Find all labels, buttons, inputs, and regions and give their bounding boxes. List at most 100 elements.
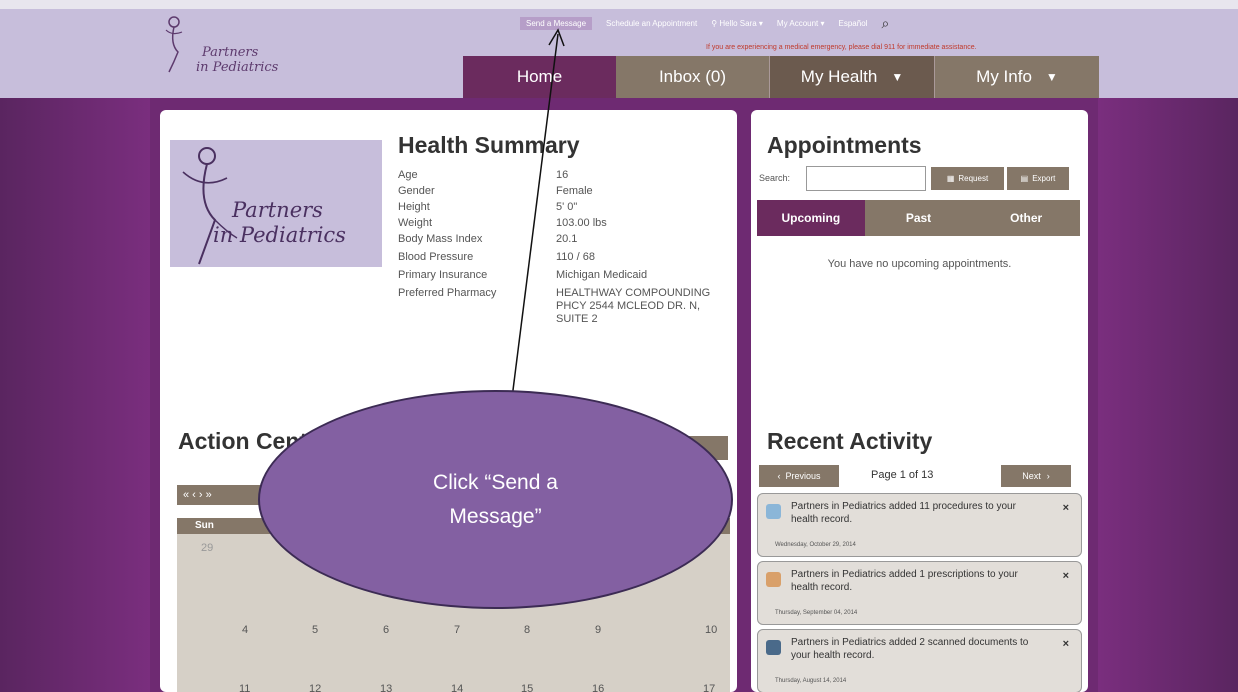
calendar-day[interactable]: 15: [521, 683, 533, 692]
calendar-day[interactable]: 29: [201, 542, 213, 554]
espanol-link[interactable]: Español: [839, 19, 868, 28]
callout-line-1: Click “Send a: [433, 470, 558, 494]
summary-value: 16: [556, 169, 569, 181]
summary-key: Height: [398, 201, 430, 213]
summary-value: Female: [556, 185, 593, 197]
tab-other[interactable]: Other: [972, 200, 1080, 236]
browser-strip: [0, 0, 1238, 9]
day-header: Sun: [195, 520, 214, 531]
summary-key: Body Mass Index: [398, 233, 483, 245]
summary-value: 5' 0": [556, 201, 578, 213]
activity-date: Wednesday, October 29, 2014: [775, 542, 856, 548]
close-icon[interactable]: ×: [1063, 570, 1069, 582]
summary-value: Michigan Medicaid: [556, 269, 648, 281]
calendar-day[interactable]: 5: [312, 624, 318, 636]
tab-inbox[interactable]: Inbox (0): [616, 56, 769, 98]
summary-key: Weight: [398, 217, 433, 229]
document-icon: [766, 640, 781, 655]
main-nav: Home Inbox (0) My Health ▼ My Info ▼: [463, 56, 1099, 98]
user-menu-label: Hello Sara ▾: [719, 19, 763, 28]
schedule-appointment-link[interactable]: Schedule an Appointment: [606, 19, 697, 28]
calendar-day[interactable]: 17: [703, 683, 715, 692]
summary-key: Gender: [398, 185, 435, 197]
my-account-menu[interactable]: My Account ▾: [777, 19, 825, 28]
activity-text: Partners in Pediatrics added 1 prescript…: [791, 569, 1018, 593]
request-label: Request: [958, 174, 989, 183]
send-message-link[interactable]: Send a Message: [520, 17, 593, 30]
summary-key: Age: [398, 169, 418, 181]
top-links: Send a Message Schedule an Appointment ⚲…: [520, 15, 889, 32]
summary-value: HEALTHWAY COMPOUNDING PHCY 2544 MCLEOD D…: [556, 287, 711, 325]
tab-my-info-label: My Info: [976, 67, 1032, 86]
summary-key: Primary Insurance: [398, 269, 488, 281]
chevron-right-icon: ›: [1046, 471, 1050, 481]
tab-past[interactable]: Past: [865, 200, 973, 236]
header-logo-text-2: in Pediatrics: [196, 60, 279, 75]
user-menu[interactable]: ⚲ Hello Sara ▾: [711, 19, 763, 28]
calendar-icon: ▦: [946, 174, 955, 183]
header-logo[interactable]: Partners in Pediatrics: [160, 12, 290, 82]
tab-my-health-label: My Health: [800, 67, 878, 86]
no-appointments-message: You have no upcoming appointments.: [827, 258, 1012, 270]
export-label: Export: [1032, 174, 1056, 183]
tab-home[interactable]: Home: [463, 56, 616, 98]
summary-key: Blood Pressure: [398, 251, 474, 263]
summary-key: Preferred Pharmacy: [398, 287, 497, 299]
health-summary-title: Health Summary: [398, 132, 580, 158]
previous-label: Previous: [785, 471, 821, 481]
tab-my-health[interactable]: My Health ▼: [769, 56, 934, 98]
activity-item[interactable]: Partners in Pediatrics added 2 scanned d…: [757, 629, 1082, 692]
calendar-day[interactable]: 4: [242, 624, 248, 636]
previous-button[interactable]: ‹ Previous: [759, 465, 839, 487]
export-button[interactable]: ▤ Export: [1007, 167, 1069, 190]
side-panel: Appointments Search: ▦ Request ▤ Export Up…: [751, 110, 1088, 692]
calendar-day[interactable]: 6: [383, 624, 389, 636]
appointments-title: Appointments: [767, 132, 922, 158]
background-left: [0, 98, 150, 692]
header-logo-text-1: Partners: [202, 45, 259, 60]
calendar-day[interactable]: 10: [705, 624, 717, 636]
summary-value: 103.00 lbs: [556, 217, 607, 229]
activity-text: Partners in Pediatrics added 2 scanned d…: [791, 637, 1029, 661]
appointment-tabs: Upcoming Past Other: [757, 200, 1080, 236]
callout-line-2: Message”: [449, 504, 542, 528]
caret-down-icon: ▼: [1045, 70, 1058, 84]
activity-item[interactable]: Partners in Pediatrics added 11 procedur…: [757, 493, 1082, 557]
procedure-icon: [766, 504, 781, 519]
user-icon: ⚲: [711, 19, 718, 28]
site-header: Partners in Pediatrics Send a Message Sc…: [0, 0, 1238, 98]
caret-down-icon: ▼: [891, 70, 904, 84]
search-icon[interactable]: ⌕: [881, 15, 889, 32]
calendar-day[interactable]: 7: [454, 624, 460, 636]
summary-value: 110 / 68: [556, 251, 595, 263]
tab-my-info[interactable]: My Info ▼: [934, 56, 1099, 98]
practice-logo-text-2: in Pediatrics: [213, 223, 346, 247]
summary-value: 20.1: [556, 233, 578, 245]
calendar-day[interactable]: 14: [451, 683, 463, 692]
tab-upcoming[interactable]: Upcoming: [757, 200, 865, 236]
chevron-left-icon: ‹: [777, 471, 781, 481]
instruction-callout: Click “Send a Message”: [258, 390, 733, 609]
prescription-icon: [766, 572, 781, 587]
calendar-day[interactable]: 12: [309, 683, 321, 692]
calendar-nav[interactable]: « ‹ › »: [177, 485, 267, 505]
calendar-day[interactable]: 8: [524, 624, 530, 636]
calendar-day[interactable]: 9: [595, 624, 601, 636]
recent-activity-title: Recent Activity: [767, 428, 933, 454]
appointment-search-input[interactable]: [806, 166, 926, 191]
calendar-day[interactable]: 16: [592, 683, 604, 692]
activity-date: Thursday, August 14, 2014: [775, 678, 847, 684]
next-button[interactable]: Next ›: [1001, 465, 1071, 487]
search-label: Search:: [759, 173, 791, 183]
emergency-notice: If you are experiencing a medical emerge…: [706, 44, 977, 51]
page-info: Page 1 of 13: [871, 469, 934, 481]
request-button[interactable]: ▦ Request: [931, 167, 1004, 190]
close-icon[interactable]: ×: [1063, 502, 1069, 514]
activity-date: Thursday, September 04, 2014: [775, 610, 858, 616]
calendar-day[interactable]: 13: [380, 683, 392, 692]
close-icon[interactable]: ×: [1063, 638, 1069, 650]
activity-item[interactable]: Partners in Pediatrics added 1 prescript…: [757, 561, 1082, 625]
calendar-day[interactable]: 11: [239, 683, 250, 692]
practice-logo: Partners in Pediatrics: [170, 140, 382, 267]
background-right: [1098, 98, 1238, 692]
